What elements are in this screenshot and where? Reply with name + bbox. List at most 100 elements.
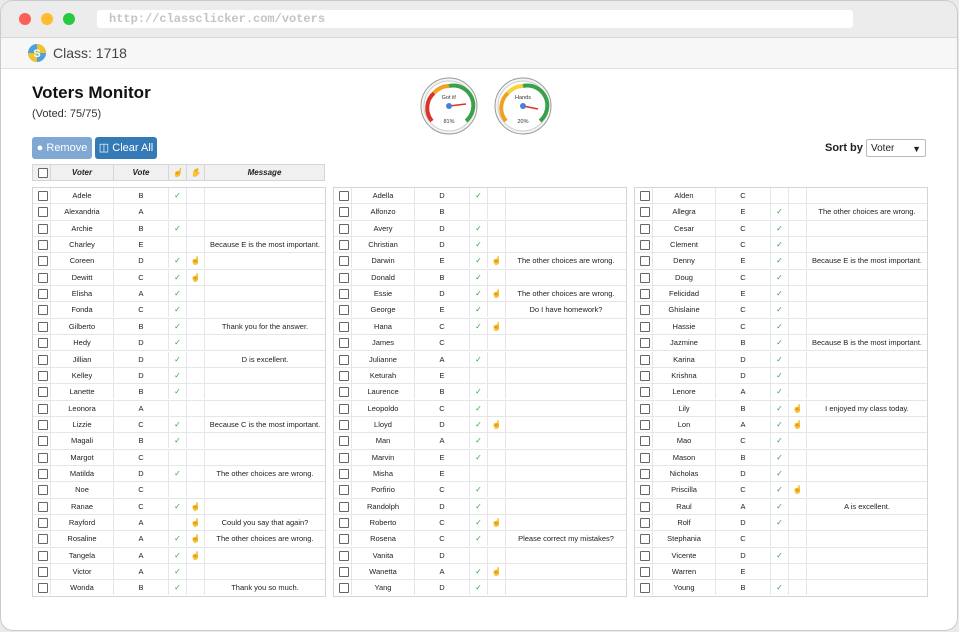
table-row[interactable]: Donald B ✓ xyxy=(334,269,626,287)
table-row[interactable]: Misha E xyxy=(334,465,626,483)
table-row[interactable]: Priscilla C ✓ ☝ xyxy=(635,482,927,499)
row-checkbox[interactable] xyxy=(640,256,650,267)
table-row[interactable]: Rosena C ✓ Please correct my mistakes? xyxy=(334,531,626,548)
table-row[interactable]: Porfirio C ✓ xyxy=(334,482,626,499)
table-row[interactable]: Rolf D ✓ xyxy=(635,515,927,532)
table-row[interactable]: Hedy D ✓ xyxy=(33,335,325,352)
row-checkbox[interactable] xyxy=(38,370,48,381)
table-row[interactable]: Raul A ✓ A is excellent. xyxy=(635,498,927,515)
table-row[interactable]: Noe C xyxy=(33,482,325,499)
maximize-window-button[interactable] xyxy=(63,13,75,25)
row-checkbox[interactable] xyxy=(640,485,650,496)
table-row[interactable]: Roberto C ✓ ☝ xyxy=(334,515,626,532)
table-row[interactable]: Nicholas D ✓ xyxy=(635,465,927,483)
table-row[interactable]: Dewitt C ✓ ☝ xyxy=(33,269,325,287)
row-checkbox[interactable] xyxy=(38,419,48,430)
table-row[interactable]: James C xyxy=(334,335,626,352)
row-checkbox[interactable] xyxy=(38,550,48,561)
row-checkbox[interactable] xyxy=(640,191,650,201)
table-row[interactable]: Keturah E xyxy=(334,367,626,385)
row-checkbox[interactable] xyxy=(339,436,349,447)
table-row[interactable]: Matilda D ✓ The other choices are wrong. xyxy=(33,465,325,483)
table-row[interactable]: Adella D ✓ xyxy=(334,188,626,205)
row-checkbox[interactable] xyxy=(640,419,650,430)
row-checkbox[interactable] xyxy=(38,452,48,463)
row-checkbox[interactable] xyxy=(339,583,349,594)
row-checkbox[interactable] xyxy=(640,387,650,398)
table-row[interactable]: Rosaline A ✓ ☝ The other choices are wrong. xyxy=(33,531,325,548)
row-checkbox[interactable] xyxy=(640,518,650,528)
table-row[interactable]: Krishna D ✓ xyxy=(635,367,927,385)
header-vote[interactable]: Vote xyxy=(114,165,169,180)
table-row[interactable]: Wanetta A ✓ ☝ xyxy=(334,564,626,581)
row-checkbox[interactable] xyxy=(339,403,349,414)
row-checkbox[interactable] xyxy=(640,321,650,332)
row-checkbox[interactable] xyxy=(640,240,650,251)
table-row[interactable]: Ghislaine C ✓ xyxy=(635,302,927,319)
row-checkbox[interactable] xyxy=(640,583,650,594)
table-row[interactable]: Marvin E ✓ xyxy=(334,449,626,466)
address-bar[interactable]: http://classclicker.com/voters xyxy=(97,10,853,28)
table-row[interactable]: Jillian D ✓ D is excellent. xyxy=(33,351,325,368)
table-row[interactable]: Wonda B ✓ Thank you so much. xyxy=(33,580,325,596)
table-row[interactable]: Archie B ✓ xyxy=(33,220,325,238)
row-checkbox[interactable] xyxy=(339,468,349,479)
table-row[interactable]: Lizzie C ✓ Because C is the most important. xyxy=(33,416,325,434)
table-row[interactable]: Hana C ✓ ☝ xyxy=(334,318,626,336)
row-checkbox[interactable] xyxy=(640,567,650,578)
row-checkbox[interactable] xyxy=(38,305,48,316)
row-checkbox[interactable] xyxy=(339,567,349,578)
remove-button[interactable]: ● Remove xyxy=(32,137,92,159)
row-checkbox[interactable] xyxy=(640,289,650,300)
table-row[interactable]: Essie D ✓ ☝ The other choices are wrong. xyxy=(334,286,626,303)
row-checkbox[interactable] xyxy=(640,436,650,447)
row-checkbox[interactable] xyxy=(339,289,349,300)
row-checkbox[interactable] xyxy=(339,191,349,201)
table-row[interactable]: Doug C ✓ xyxy=(635,269,927,287)
row-checkbox[interactable] xyxy=(38,354,48,365)
table-row[interactable]: Vanita D xyxy=(334,547,626,565)
row-checkbox[interactable] xyxy=(640,534,650,545)
row-checkbox[interactable] xyxy=(38,289,48,300)
row-checkbox[interactable] xyxy=(339,550,349,561)
table-row[interactable]: Leonora A xyxy=(33,400,325,417)
table-row[interactable]: Randolph D ✓ xyxy=(334,498,626,515)
row-checkbox[interactable] xyxy=(640,305,650,316)
row-checkbox[interactable] xyxy=(339,501,349,512)
row-checkbox[interactable] xyxy=(339,370,349,381)
row-checkbox[interactable] xyxy=(640,370,650,381)
table-row[interactable]: Tangela A ✓ ☝ xyxy=(33,547,325,565)
table-row[interactable]: Stephania C xyxy=(635,531,927,548)
row-checkbox[interactable] xyxy=(339,354,349,365)
table-row[interactable]: Avery D ✓ xyxy=(334,220,626,238)
table-row[interactable]: Margot C xyxy=(33,449,325,466)
table-row[interactable]: Julianne A ✓ xyxy=(334,351,626,368)
row-checkbox[interactable] xyxy=(38,191,48,201)
row-checkbox[interactable] xyxy=(38,501,48,512)
row-checkbox[interactable] xyxy=(38,240,48,251)
row-checkbox[interactable] xyxy=(640,501,650,512)
row-checkbox[interactable] xyxy=(339,518,349,528)
row-checkbox[interactable] xyxy=(38,518,48,528)
row-checkbox[interactable] xyxy=(38,583,48,594)
table-row[interactable]: Elisha A ✓ xyxy=(33,286,325,303)
row-checkbox[interactable] xyxy=(38,534,48,545)
sort-by-select[interactable]: Voter ▼ xyxy=(866,139,926,157)
row-checkbox[interactable] xyxy=(339,256,349,267)
row-checkbox[interactable] xyxy=(640,403,650,414)
table-row[interactable]: Lily B ✓ ☝ I enjoyed my class today. xyxy=(635,400,927,417)
row-checkbox[interactable] xyxy=(339,452,349,463)
table-row[interactable]: Coreen D ✓ ☝ xyxy=(33,253,325,270)
table-row[interactable]: Felicidad E ✓ xyxy=(635,286,927,303)
row-checkbox[interactable] xyxy=(339,534,349,545)
row-checkbox[interactable] xyxy=(38,223,48,234)
table-row[interactable]: Victor A ✓ xyxy=(33,564,325,581)
row-checkbox[interactable] xyxy=(339,321,349,332)
row-checkbox[interactable] xyxy=(640,550,650,561)
clear-all-button[interactable]: ◫ Clear All xyxy=(95,137,157,159)
table-row[interactable]: Clement C ✓ xyxy=(635,237,927,254)
table-row[interactable]: Magali B ✓ xyxy=(33,433,325,450)
table-row[interactable]: Laurence B ✓ xyxy=(334,384,626,401)
table-row[interactable]: George E ✓ Do I have homework? xyxy=(334,302,626,319)
row-checkbox[interactable] xyxy=(640,338,650,349)
